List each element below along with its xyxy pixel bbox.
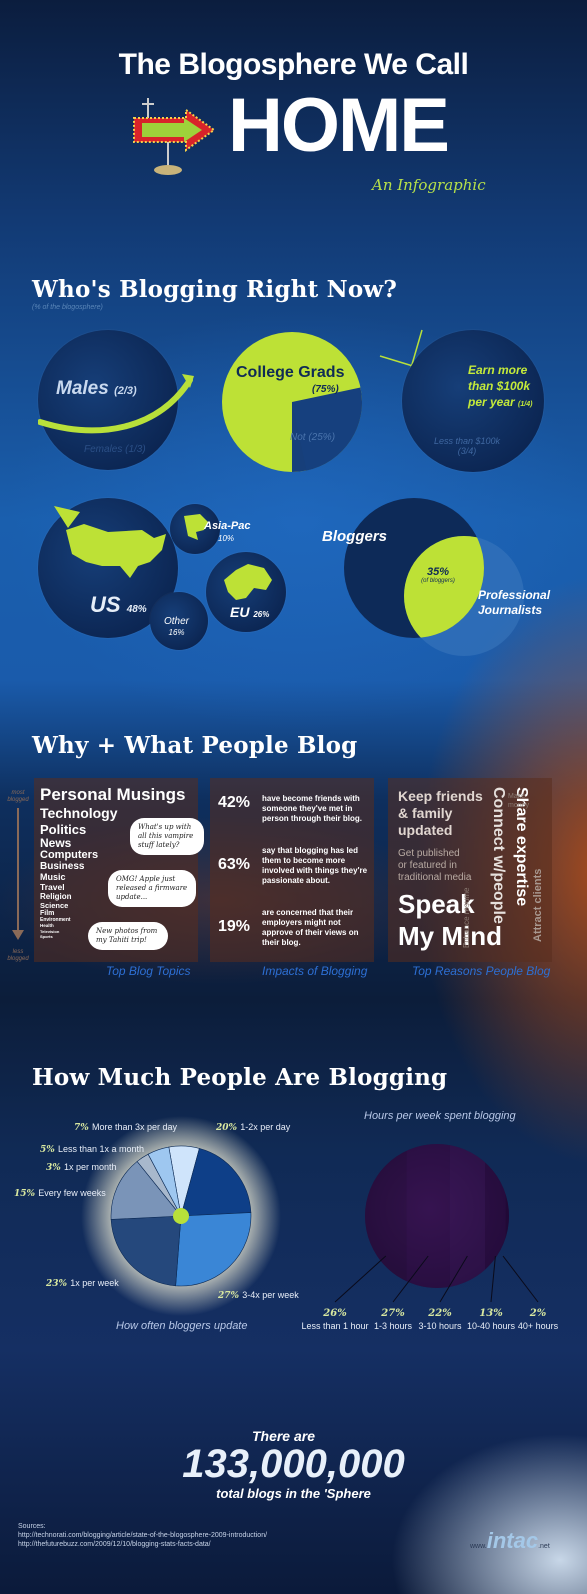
hours-segment [406,1144,450,1288]
topic-item: Personal Musings [40,785,186,804]
impact-text-1: have become friends with someone they've… [262,794,362,823]
bloggers-label: Bloggers [322,528,388,545]
source-link-1[interactable]: http://technorati.com/blogging/article/s… [18,1531,267,1540]
hours-segment [505,1144,509,1288]
impacts-caption: Impacts of Blogging [262,964,368,978]
males-label: Males (2/3) [56,378,137,399]
sign-icon [128,96,218,180]
freq-caption: How often bloggers update [116,1320,248,1332]
journalists-label: Professional Journalists [478,588,551,617]
reason-connect: Connect w/people [490,787,507,924]
brand-logo[interactable]: www.intac.net [470,1528,550,1554]
topic-item: Film [40,910,55,917]
page-title: The Blogosphere We Call [118,48,469,81]
us-map-icon [46,506,170,586]
education-pie [220,330,364,474]
hours-label: 10-40 hours [467,1321,516,1331]
freq-label: 7% More than 3x per day [74,1122,178,1133]
eu-label: EU 26% [230,604,270,620]
asia-pct: 10% [218,534,235,543]
hours-pct: 26% [322,1308,347,1319]
grads-pct: (75%) [312,384,339,395]
pie-center [173,1208,189,1224]
section-why-heading: Why + What People Blog [32,732,358,759]
hours-segment [485,1144,506,1288]
hours-label: Less than 1 hour [301,1321,368,1331]
not-label: Not (25%) [290,432,336,443]
how-chart: 7% More than 3x per day 20% 1-2x per day 2… [14,1116,559,1331]
hours-label: 40+ hours [518,1321,559,1331]
subtitle: An Infographic [372,176,486,194]
reason-money: Make money [508,793,530,809]
freq-label: 20% 1-2x per day [215,1122,291,1133]
topics-caption: Top Blog Topics [106,964,191,978]
freq-label: 3% 1x per month [46,1162,116,1173]
hours-leader [490,1255,496,1303]
females-label: Females (1/3) [84,444,146,455]
reason-resume: Enhance resume [462,887,471,948]
topics-list: Personal Musings Technology Politics News Co… [40,786,185,940]
income-low-label: Less than $100k (3/4) [434,436,501,456]
hours-label: 1-3 hours [374,1321,413,1331]
reason-share: Share expertise [513,787,530,907]
impact-text-3: are concerned that their employers might… [262,908,359,947]
hours-segment [449,1144,485,1288]
sources: Sources: http://technorati.com/blogging/… [18,1523,268,1549]
speech-bubble-3: New photos from my Tahiti trip! [88,922,168,950]
freq-label: 27% 3-4x per week [217,1290,299,1301]
hours-pct: 2% [529,1308,547,1319]
other-label: Other 16% [164,616,190,637]
reasons-caption: Top Reasons People Blog [412,964,551,978]
speech-bubble-1: What's up with all this vampire stuff la… [130,818,204,855]
frequency-axis: most blogged less blogged [7,790,29,962]
impact-row-2: 63% [218,856,251,873]
income-high-label: Earn more than $100k per year (1/4) [468,363,533,409]
section-how-heading: How Much People Are Blogging [32,1064,448,1091]
grads-label: College Grads [236,364,345,381]
reason-attract: Attract clients [532,868,544,942]
total-post: total blogs in the 'Sphere [216,1486,371,1501]
freq-label: 15% Every few weeks [14,1188,106,1199]
reason-get-published: Get published or featured in traditional… [398,848,472,883]
overlap-label: 35% (of bloggers) [421,566,455,584]
hours-leader [334,1255,387,1303]
freq-label: 5% Less than 1x a month [40,1144,144,1155]
hours-pct: 22% [427,1308,452,1319]
freq-label: 23% 1x per week [45,1278,119,1289]
hours-segment [365,1144,407,1288]
asia-label: Asia-Pac [204,520,251,532]
page-title-home: HOME [228,83,450,168]
reason-keep-friends: Keep friends & family updated [398,788,483,838]
hours-pct: 27% [380,1308,405,1319]
section-who-heading: Who's Blogging Right Now? [32,276,398,303]
impact-text-2: say that blogging has led them to become… [262,846,368,885]
source-link-2[interactable]: http://thefuturebuzz.com/2009/12/10/blog… [18,1540,267,1549]
section-who-note: (% of the blogosphere) [32,304,103,311]
impact-row-1: 42% [218,794,251,811]
eu-map-icon [214,560,278,606]
hours-pct: 13% [479,1308,503,1319]
us-label: US 48% [90,592,147,617]
impact-row-3: 19% [218,918,251,935]
total-number: 133,000,000 [182,1442,405,1486]
hours-label: 3-10 hours [418,1321,462,1331]
hours-leader [502,1255,539,1303]
speech-bubble-2: OMG! Apple just released a firmware upda… [108,870,196,907]
